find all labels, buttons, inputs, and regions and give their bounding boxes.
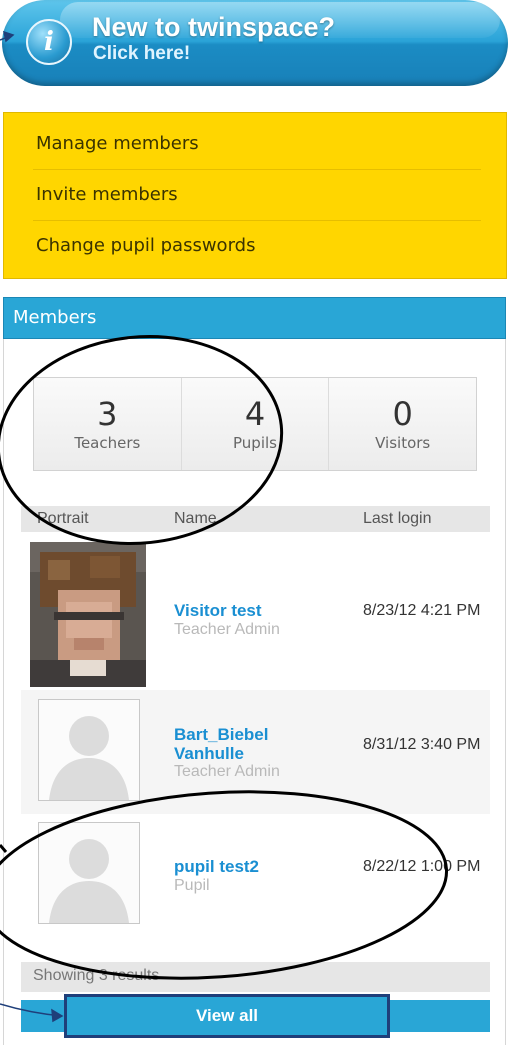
stat-teachers[interactable]: 3 Teachers xyxy=(34,378,182,470)
member-name-link[interactable]: Bart_Biebel Vanhulle xyxy=(174,725,304,763)
stat-visitors[interactable]: 0 Visitors xyxy=(329,378,477,470)
member-last-login: 8/23/12 4:21 PM xyxy=(363,602,481,619)
stat-label: Pupils xyxy=(233,434,277,452)
member-stats: 3 Teachers 4 Pupils 0 Visitors xyxy=(33,377,477,471)
banner-click-here-link[interactable]: Click here! xyxy=(93,43,190,65)
stat-pupils[interactable]: 4 Pupils xyxy=(181,378,330,470)
change-pupil-passwords-link[interactable]: Change pupil passwords xyxy=(36,235,255,256)
members-panel-title: Members xyxy=(13,307,97,328)
stat-label: Teachers xyxy=(74,434,141,452)
member-role: Pupil xyxy=(174,877,210,894)
stat-count: 3 xyxy=(97,395,118,433)
banner-title[interactable]: New to twinspace? xyxy=(92,12,335,43)
info-icon: i xyxy=(26,19,72,65)
default-avatar-icon[interactable] xyxy=(38,822,140,924)
view-all-button[interactable]: View all xyxy=(64,994,390,1038)
member-name-link[interactable]: pupil test2 xyxy=(174,857,259,876)
stat-label: Visitors xyxy=(375,434,431,452)
member-role: Teacher Admin xyxy=(174,763,280,780)
invite-members-link[interactable]: Invite members xyxy=(36,184,178,205)
default-avatar-icon[interactable] xyxy=(38,699,140,801)
stat-count: 0 xyxy=(392,395,413,433)
column-header-portrait: Portrait xyxy=(37,510,89,527)
member-role: Teacher Admin xyxy=(174,621,280,638)
manage-members-link[interactable]: Manage members xyxy=(36,133,199,154)
stat-count: 4 xyxy=(244,395,266,433)
menu-divider xyxy=(33,169,481,170)
member-name-link[interactable]: Visitor test xyxy=(174,601,262,620)
member-last-login: 8/22/12 1:00 PM xyxy=(363,858,481,875)
results-count: Showing 3 results xyxy=(33,967,160,984)
member-actions-menu: Manage members Invite members Change pup… xyxy=(4,113,506,278)
member-last-login: 8/31/12 3:40 PM xyxy=(363,736,481,753)
column-header-last-login: Last login xyxy=(363,510,432,527)
member-portrait-photo[interactable] xyxy=(30,542,146,687)
column-header-name: Name xyxy=(174,510,217,527)
menu-divider xyxy=(33,220,481,221)
